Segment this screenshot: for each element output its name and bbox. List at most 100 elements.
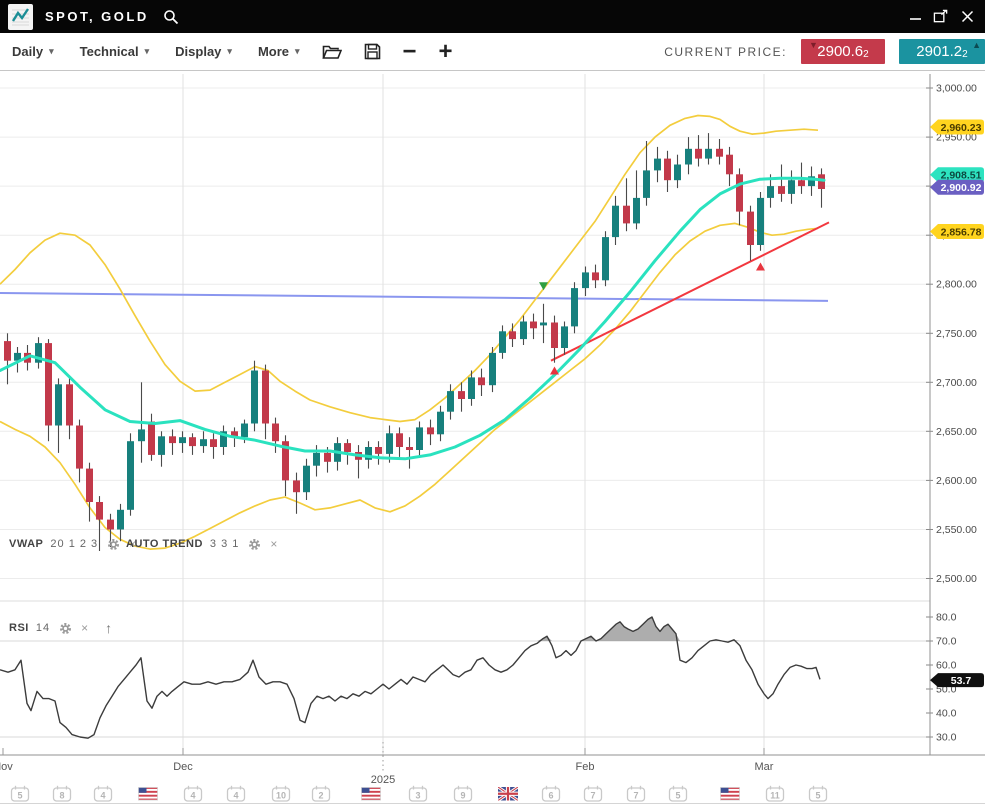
candle-up[interactable] — [200, 439, 207, 446]
search-icon[interactable] — [163, 9, 179, 25]
rsi-settings-gear-icon[interactable] — [59, 622, 72, 635]
rsi-move-pane-up-icon[interactable]: ↑ — [105, 622, 112, 634]
candle-down[interactable] — [736, 174, 743, 211]
candle-up[interactable] — [643, 170, 650, 198]
popout-button[interactable] — [933, 9, 949, 25]
vwap-settings-gear-icon[interactable] — [107, 538, 120, 551]
candle-up[interactable] — [788, 180, 795, 194]
candle-down[interactable] — [210, 439, 217, 447]
candle-up[interactable] — [633, 198, 640, 224]
candle-down[interactable] — [778, 186, 785, 194]
candle-up[interactable] — [313, 453, 320, 466]
candle-down[interactable] — [189, 437, 196, 446]
save-chart-icon[interactable] — [364, 43, 381, 60]
calendar-event-icon[interactable]: 7 — [628, 786, 645, 801]
candle-down[interactable] — [272, 424, 279, 442]
uk-flag-icon[interactable] — [498, 787, 518, 801]
candle-up[interactable] — [582, 272, 589, 288]
calendar-event-icon[interactable]: 10 — [273, 786, 290, 801]
candle-up[interactable] — [127, 441, 134, 510]
candle-down[interactable] — [509, 331, 516, 339]
candle-up[interactable] — [612, 206, 619, 237]
candle-up[interactable] — [447, 391, 454, 412]
candle-up[interactable] — [55, 384, 62, 425]
candle-down[interactable] — [45, 343, 52, 425]
menu-timeframe-daily[interactable]: Daily▾ — [12, 44, 54, 59]
calendar-event-icon[interactable]: 4 — [185, 786, 202, 801]
calendar-event-icon[interactable]: 8 — [54, 786, 71, 801]
calendar-event-icon[interactable]: 6 — [543, 786, 560, 801]
zoom-out-icon[interactable]: − — [403, 42, 417, 62]
us-flag-icon[interactable] — [720, 787, 740, 801]
candle-down[interactable] — [324, 453, 331, 462]
candle-up[interactable] — [386, 433, 393, 454]
candle-down[interactable] — [4, 341, 11, 361]
auto-trend-settings-gear-icon[interactable] — [248, 538, 261, 551]
candle-up[interactable] — [602, 237, 609, 280]
rsi-remove-icon[interactable]: × — [81, 622, 88, 634]
candle-down[interactable] — [695, 149, 702, 159]
candle-up[interactable] — [757, 198, 764, 245]
calendar-event-icon[interactable]: 3 — [410, 786, 427, 801]
candle-down[interactable] — [747, 212, 754, 245]
candle-down[interactable] — [592, 272, 599, 280]
calendar-event-icon[interactable]: 11 — [767, 786, 784, 801]
candle-down[interactable] — [406, 447, 413, 450]
candle-up[interactable] — [674, 165, 681, 181]
candle-up[interactable] — [767, 186, 774, 198]
candle-up[interactable] — [138, 429, 145, 441]
open-chart-icon[interactable] — [322, 44, 342, 60]
auto-trend-remove-icon[interactable]: × — [270, 538, 277, 550]
close-button[interactable] — [959, 9, 975, 25]
calendar-event-icon[interactable]: 5 — [810, 786, 827, 801]
candle-down[interactable] — [726, 155, 733, 175]
calendar-event-icon[interactable]: 4 — [95, 786, 112, 801]
menu-display[interactable]: Display▾ — [175, 44, 232, 59]
candle-down[interactable] — [86, 469, 93, 502]
candle-down[interactable] — [375, 447, 382, 454]
candle-down[interactable] — [664, 159, 671, 181]
candle-down[interactable] — [798, 180, 805, 186]
candle-down[interactable] — [262, 371, 269, 424]
candle-up[interactable] — [468, 377, 475, 399]
candle-up[interactable] — [117, 510, 124, 530]
candle-up[interactable] — [437, 412, 444, 435]
candle-up[interactable] — [416, 427, 423, 450]
candle-up[interactable] — [705, 149, 712, 159]
candle-down[interactable] — [716, 149, 723, 157]
candle-up[interactable] — [489, 353, 496, 385]
chart-canvas[interactable]: 3,000.002,950.002,900.002,850.002,800.00… — [0, 72, 985, 805]
candle-down[interactable] — [66, 384, 73, 425]
us-flag-icon[interactable] — [361, 787, 381, 801]
menu-more[interactable]: More▾ — [258, 44, 300, 59]
calendar-event-icon[interactable]: 7 — [585, 786, 602, 801]
candle-up[interactable] — [158, 436, 165, 455]
candle-up[interactable] — [251, 371, 258, 424]
candle-up[interactable] — [303, 466, 310, 493]
candle-up[interactable] — [241, 424, 248, 438]
chart-area[interactable]: 3,000.002,950.002,900.002,850.002,800.00… — [0, 72, 985, 805]
candle-down[interactable] — [427, 427, 434, 434]
zoom-in-icon[interactable]: + — [439, 42, 453, 62]
us-flag-icon[interactable] — [138, 787, 158, 801]
candle-up[interactable] — [520, 322, 527, 340]
calendar-event-icon[interactable]: 5 — [670, 786, 687, 801]
candle-down[interactable] — [478, 377, 485, 385]
calendar-event-icon[interactable]: 5 — [12, 786, 29, 801]
candle-down[interactable] — [76, 426, 83, 469]
candle-up[interactable] — [685, 149, 692, 165]
candle-down[interactable] — [169, 436, 176, 443]
calendar-event-icon[interactable]: 9 — [455, 786, 472, 801]
candle-up[interactable] — [540, 323, 547, 326]
candle-down[interactable] — [148, 422, 155, 455]
candle-down[interactable] — [623, 206, 630, 224]
calendar-event-icon[interactable]: 2 — [313, 786, 330, 801]
candle-up[interactable] — [654, 159, 661, 171]
candle-down[interactable] — [530, 322, 537, 329]
candle-up[interactable] — [571, 288, 578, 326]
candle-up[interactable] — [499, 331, 506, 353]
candle-down[interactable] — [293, 480, 300, 492]
candle-down[interactable] — [107, 520, 114, 530]
candle-down[interactable] — [396, 433, 403, 447]
candle-down[interactable] — [551, 323, 558, 349]
